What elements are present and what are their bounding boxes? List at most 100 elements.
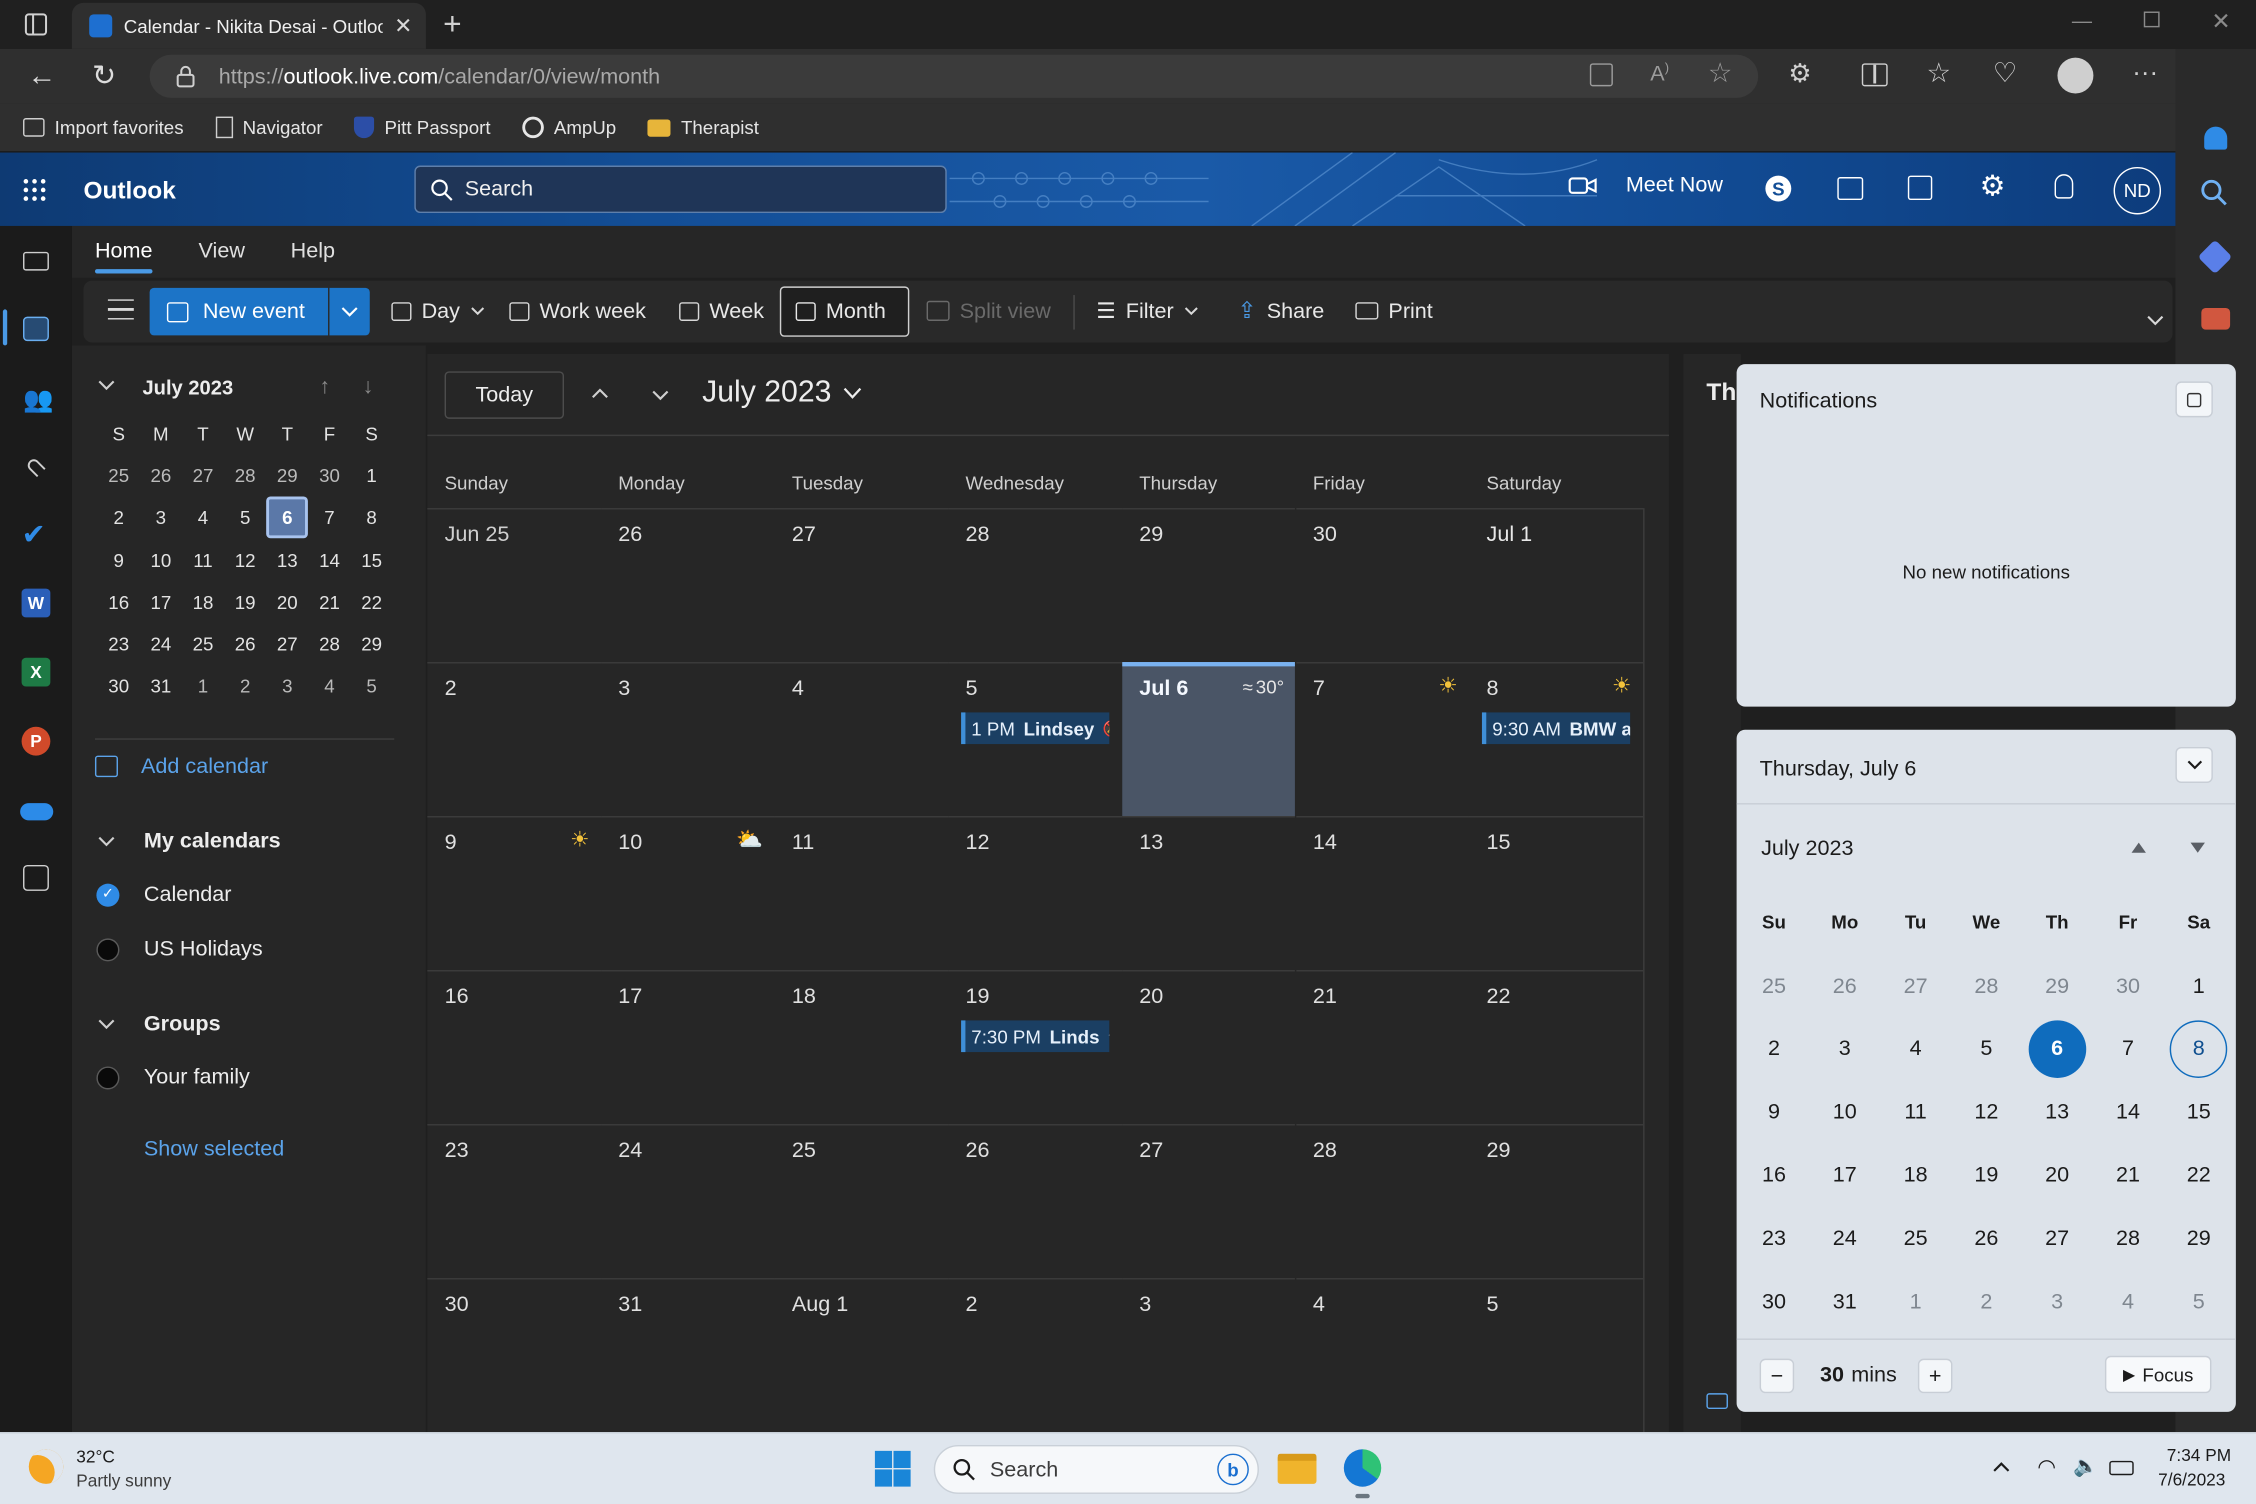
mini-cal-collapse-icon[interactable] — [98, 380, 115, 392]
group-item-your-family[interactable]: Your family — [96, 1065, 250, 1089]
performance-icon[interactable]: ♡ — [1993, 58, 2018, 91]
day-cell[interactable]: 27 — [1121, 1124, 1296, 1278]
extensions-icon[interactable]: ⚙ — [1788, 59, 1811, 89]
flyout-day[interactable]: 28 — [2099, 1209, 2157, 1267]
battery-icon[interactable] — [2109, 1460, 2134, 1476]
flyout-day[interactable]: 3 — [1816, 1020, 1874, 1078]
flyout-day[interactable]: 15 — [2170, 1083, 2228, 1141]
flyout-collapse-button[interactable] — [2175, 746, 2213, 783]
fav-navigator[interactable]: Navigator — [215, 116, 323, 139]
day-cell[interactable]: 10 ⛅ — [600, 816, 775, 970]
focus-increase-button[interactable]: + — [1917, 1358, 1953, 1394]
day-cell[interactable]: 4 — [1295, 1278, 1470, 1432]
attachment-icon[interactable]: ⊂ — [17, 449, 54, 486]
meet-now-button[interactable]: Meet Now — [1568, 173, 1723, 197]
flyout-next-month-icon[interactable] — [2190, 842, 2206, 854]
profile-icon[interactable] — [2057, 57, 2094, 94]
day-cell[interactable]: 2 — [948, 1278, 1122, 1432]
mini-cal-day[interactable]: 12 — [224, 539, 266, 581]
day-cell[interactable]: 7 ☀ — [1295, 662, 1470, 816]
flyout-day[interactable]: 29 — [2170, 1209, 2228, 1267]
calendar-event[interactable]: 9:30 AMBMW au — [1482, 712, 1631, 745]
fav-pitt-passport[interactable]: Pitt Passport — [354, 116, 491, 139]
day-cell[interactable]: 17 — [600, 970, 775, 1124]
mini-cal-day[interactable]: 19 — [224, 581, 266, 623]
focus-button[interactable]: ▶ Focus — [2104, 1355, 2212, 1394]
close-tab-icon[interactable]: ✕ — [394, 13, 412, 38]
print-button[interactable]: Print — [1347, 286, 1442, 335]
day-cell[interactable]: 4 — [774, 662, 949, 816]
flyout-day[interactable]: 28 — [1958, 957, 2016, 1015]
mini-cal-day[interactable]: 4 — [309, 665, 351, 707]
flyout-day[interactable]: 5 — [2170, 1272, 2228, 1330]
mini-cal-day[interactable]: 25 — [182, 623, 224, 665]
flyout-day[interactable]: 14 — [2099, 1083, 2157, 1141]
mini-cal-day[interactable]: 3 — [266, 665, 308, 707]
mini-cal-prev-icon[interactable]: ↑ — [319, 374, 330, 398]
taskbar-search-box[interactable]: Search b — [933, 1444, 1259, 1494]
mini-cal-day[interactable]: 2 — [98, 497, 140, 539]
day-cell[interactable]: 20 — [1121, 970, 1296, 1124]
flyout-day[interactable]: 27 — [2028, 1209, 2086, 1267]
flyout-day[interactable]: 2 — [1745, 1020, 1803, 1078]
day-cell[interactable]: 13 — [1121, 816, 1296, 970]
tab-home[interactable]: Home — [95, 239, 153, 263]
refresh-icon[interactable]: ↻ — [92, 58, 116, 94]
people-icon[interactable]: 👥 — [23, 386, 53, 415]
todo-check-icon[interactable]: ✔ — [22, 517, 46, 553]
day-cell[interactable]: 24 — [600, 1124, 775, 1278]
flyout-day[interactable]: 22 — [2170, 1146, 2228, 1204]
day-cell[interactable]: Jun 25 — [427, 508, 601, 662]
mini-cal-day[interactable]: 22 — [351, 581, 393, 623]
flyout-day[interactable]: 7 — [2099, 1020, 2157, 1078]
day-cell[interactable]: 3 — [600, 662, 775, 816]
mini-cal-day[interactable]: 31 — [140, 665, 182, 707]
show-hidden-icons-icon[interactable] — [1993, 1461, 2010, 1473]
mini-cal-day[interactable]: 13 — [266, 539, 308, 581]
onedrive-icon[interactable] — [20, 803, 54, 821]
app-launcher-icon[interactable] — [22, 177, 48, 203]
apps-icon[interactable] — [1589, 63, 1613, 87]
day-cell[interactable]: 18 — [774, 970, 949, 1124]
day-cell[interactable]: 27 — [774, 508, 949, 662]
mini-cal-day[interactable]: 26 — [140, 455, 182, 497]
mini-cal-day[interactable]: 29 — [351, 623, 393, 665]
mini-cal-day[interactable]: 5 — [224, 497, 266, 539]
mini-cal-day-selected[interactable]: 6 — [266, 497, 309, 539]
flyout-day[interactable]: 20 — [2028, 1146, 2086, 1204]
day-cell[interactable]: Jul 1 — [1469, 508, 1643, 662]
day-cell[interactable]: 28 — [1295, 1124, 1470, 1278]
mini-cal-day[interactable]: 29 — [266, 455, 308, 497]
flyout-day[interactable]: 17 — [1816, 1146, 1874, 1204]
powerpoint-icon[interactable]: P — [21, 726, 51, 756]
edge-browser-icon[interactable] — [1343, 1449, 1382, 1487]
new-event-dropdown[interactable] — [329, 287, 370, 336]
fav-import[interactable]: Import favorites — [23, 117, 184, 138]
flyout-day[interactable]: 26 — [1816, 957, 1874, 1015]
fav-ampup[interactable]: AmpUp — [522, 116, 616, 139]
day-cell[interactable]: 29 — [1121, 508, 1296, 662]
mini-cal-day[interactable]: 27 — [182, 455, 224, 497]
tools-briefcase-icon[interactable] — [2201, 307, 2231, 330]
flyout-day[interactable]: 1 — [1887, 1272, 1945, 1330]
read-aloud-icon[interactable]: A) — [1650, 60, 1669, 86]
account-avatar[interactable]: ND — [2113, 166, 2162, 215]
mini-cal-day[interactable]: 5 — [351, 665, 393, 707]
mini-cal-title[interactable]: July 2023 — [142, 376, 233, 399]
my-calendars-collapse-icon[interactable] — [98, 836, 115, 848]
flyout-day[interactable]: 11 — [1887, 1083, 1945, 1141]
mini-cal-day[interactable]: 3 — [140, 497, 182, 539]
clock-date[interactable]: 7/6/2023 — [2158, 1469, 2225, 1489]
flyout-day[interactable]: 4 — [1887, 1020, 1945, 1078]
flyout-day[interactable]: 2 — [1958, 1272, 2016, 1330]
mail-icon[interactable] — [23, 251, 49, 271]
address-bar[interactable]: https://outlook.live.com/calendar/0/view… — [149, 54, 1759, 98]
my-day-icon[interactable] — [1907, 175, 1933, 201]
favorite-star-icon[interactable]: ☆ — [1708, 58, 1733, 91]
day-cell[interactable]: 2 — [427, 662, 601, 816]
start-windows-icon[interactable] — [874, 1450, 911, 1487]
sidebar-search-icon[interactable] — [2200, 178, 2229, 207]
tab-help[interactable]: Help — [291, 239, 335, 263]
day-cell[interactable]: 26 — [600, 508, 775, 662]
flyout-day[interactable]: 1 — [2170, 957, 2228, 1015]
